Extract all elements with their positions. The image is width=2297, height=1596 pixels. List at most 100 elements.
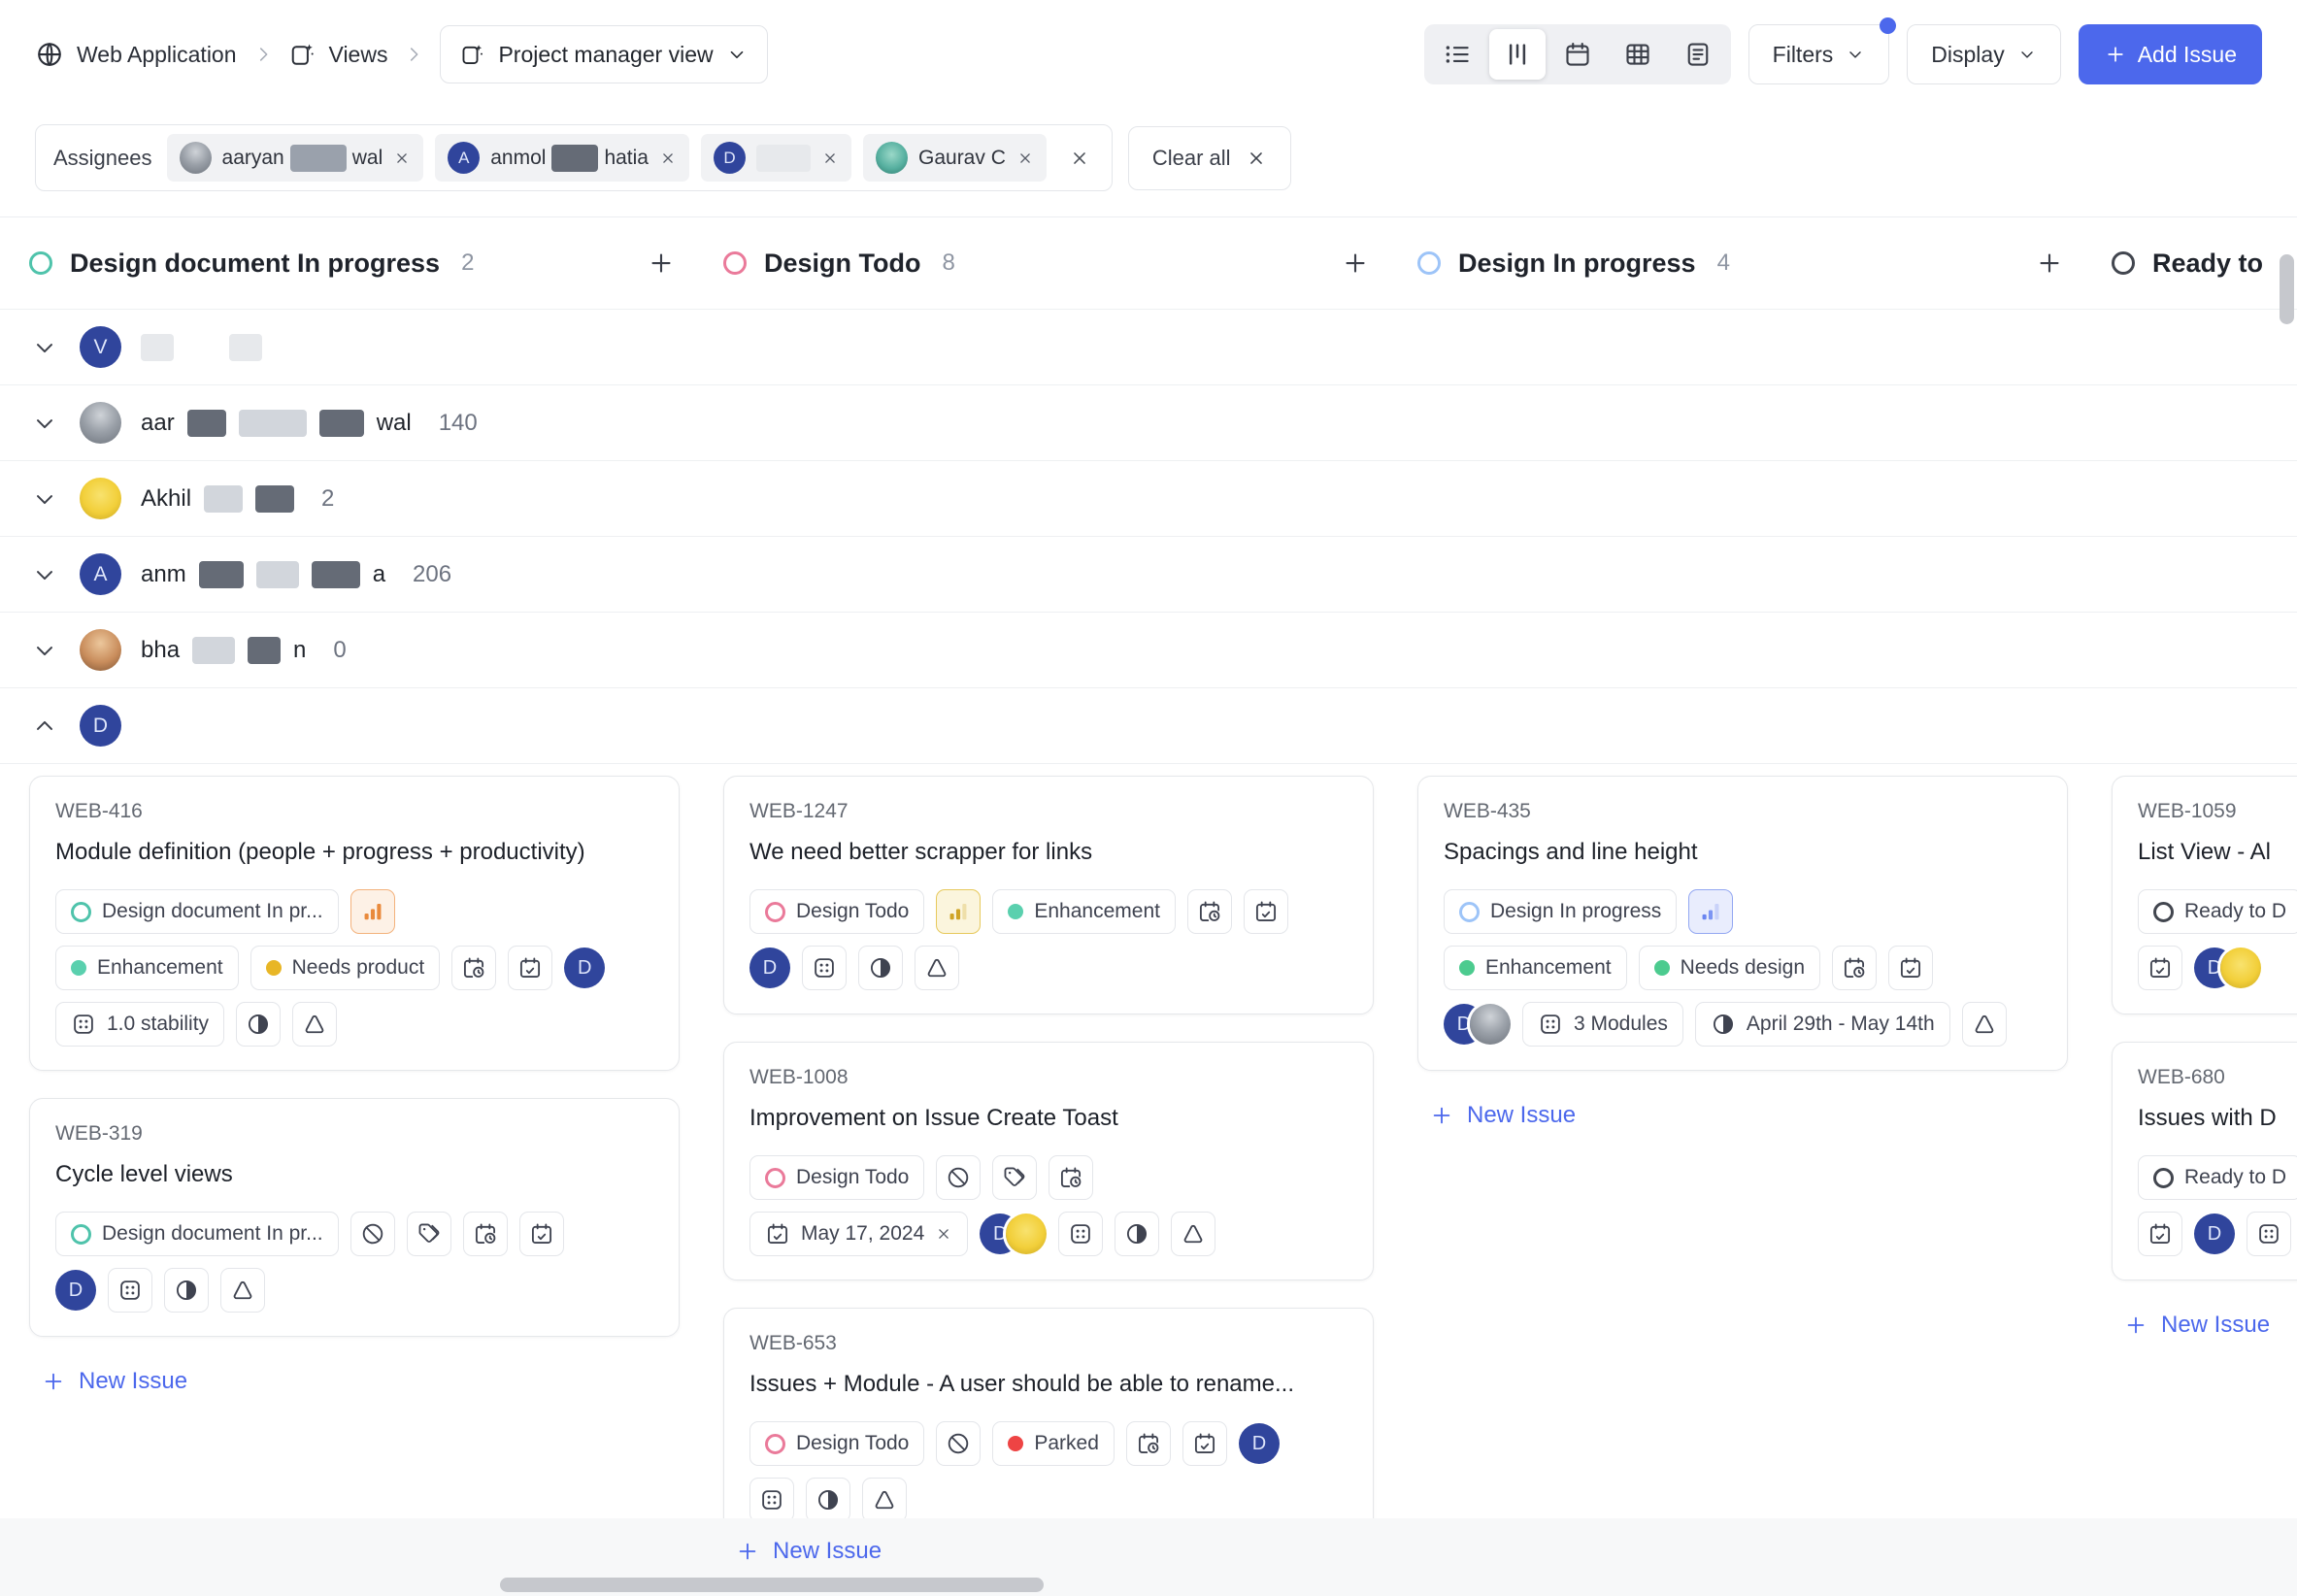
issue-card[interactable]: WEB-1059List View - AlReady to DD: [2112, 776, 2297, 1014]
target-date-chip[interactable]: [2138, 1212, 2182, 1256]
cycle-chip[interactable]: [858, 946, 903, 990]
state-chip[interactable]: Design Todo: [749, 1155, 924, 1200]
issue-card[interactable]: WEB-653Issues + Module - A user should b…: [723, 1308, 1374, 1546]
target-date-chip[interactable]: [1182, 1421, 1227, 1466]
remove-assignee-button[interactable]: [393, 150, 411, 167]
assignee-filter-chip[interactable]: Gaurav C: [863, 134, 1047, 182]
new-issue-button[interactable]: New Issue: [41, 1368, 187, 1395]
vertical-scrollbar[interactable]: [2280, 254, 2294, 324]
labels-chip[interactable]: [992, 1155, 1037, 1200]
label-chip[interactable]: Needs design: [1639, 946, 1820, 990]
state-chip[interactable]: Design document In pr...: [55, 1212, 339, 1256]
kanban-view-button[interactable]: [1489, 29, 1546, 80]
cycle-chip[interactable]: [164, 1268, 209, 1313]
estimate-chip[interactable]: [1171, 1212, 1215, 1256]
breadcrumb-views[interactable]: Views: [289, 41, 388, 68]
priority-medium-chip[interactable]: [936, 889, 981, 934]
labels-chip[interactable]: [407, 1212, 451, 1256]
start-date-chip[interactable]: [1126, 1421, 1171, 1466]
target-date-chip[interactable]: [1244, 889, 1288, 934]
add-issue-to-column-button[interactable]: [2031, 245, 2068, 282]
expand-swimlane-button[interactable]: [29, 332, 60, 363]
start-date-chip[interactable]: [1832, 946, 1877, 990]
module-chip[interactable]: [749, 1478, 794, 1522]
start-date-chip[interactable]: [451, 946, 496, 990]
add-issue-to-column-button[interactable]: [1337, 245, 1374, 282]
label-chip[interactable]: Parked: [992, 1421, 1115, 1466]
module-chip[interactable]: [802, 946, 847, 990]
module-chip[interactable]: [1058, 1212, 1103, 1256]
issue-card[interactable]: WEB-319Cycle level viewsDesign document …: [29, 1098, 680, 1337]
issue-card[interactable]: WEB-1247We need better scrapper for link…: [723, 776, 1374, 1014]
expand-swimlane-button[interactable]: [29, 559, 60, 590]
new-issue-button[interactable]: New Issue: [735, 1538, 882, 1565]
view-selector-dropdown[interactable]: Project manager view: [440, 25, 767, 83]
assignee-filter-chip[interactable]: aaryanwal: [167, 134, 424, 182]
target-date-chip[interactable]: [519, 1212, 564, 1256]
add-issue-button[interactable]: Add Issue: [2079, 24, 2262, 84]
state-chip[interactable]: Design Todo: [749, 1421, 924, 1466]
label-chip[interactable]: Enhancement: [55, 946, 239, 990]
breadcrumb-project[interactable]: Web Application: [35, 40, 237, 69]
issue-card[interactable]: WEB-1008Improvement on Issue Create Toas…: [723, 1042, 1374, 1280]
label-chip[interactable]: Enhancement: [1444, 946, 1627, 990]
remove-assignee-button[interactable]: [1016, 150, 1034, 167]
remove-assignees-filter-button[interactable]: [1065, 144, 1094, 173]
module-chip[interactable]: [108, 1268, 152, 1313]
collapse-swimlane-button[interactable]: [29, 711, 60, 742]
cycle-chip[interactable]: [806, 1478, 850, 1522]
target-date-chip[interactable]: [1888, 946, 1933, 990]
clear-date-button[interactable]: [935, 1225, 952, 1243]
expand-swimlane-button[interactable]: [29, 483, 60, 515]
no-priority-chip[interactable]: [350, 1212, 395, 1256]
start-date-chip[interactable]: [1187, 889, 1232, 934]
add-issue-to-column-button[interactable]: [643, 245, 680, 282]
due-date-chip[interactable]: May 17, 2024: [749, 1212, 968, 1256]
clear-all-filters-button[interactable]: Clear all: [1128, 126, 1291, 190]
priority-low-chip[interactable]: [1688, 889, 1733, 934]
issue-card[interactable]: WEB-435Spacings and line heightDesign In…: [1417, 776, 2068, 1071]
state-chip[interactable]: Design document In pr...: [55, 889, 339, 934]
estimate-chip[interactable]: [220, 1268, 265, 1313]
calendar-view-button[interactable]: [1549, 29, 1606, 80]
target-date-chip[interactable]: [2138, 946, 2182, 990]
priority-high-chip[interactable]: [350, 889, 395, 934]
start-date-chip[interactable]: [1049, 1155, 1093, 1200]
expand-swimlane-button[interactable]: [29, 408, 60, 439]
state-chip[interactable]: Design Todo: [749, 889, 924, 934]
label-chip[interactable]: Needs product: [250, 946, 441, 990]
issue-card[interactable]: WEB-416Module definition (people + progr…: [29, 776, 680, 1071]
list-view-button[interactable]: [1429, 29, 1485, 80]
estimate-chip[interactable]: [1962, 1002, 2007, 1047]
new-issue-button[interactable]: New Issue: [2123, 1312, 2270, 1339]
remove-assignee-button[interactable]: [659, 150, 677, 167]
module-chip[interactable]: [2247, 1212, 2291, 1256]
state-chip[interactable]: Ready to D: [2138, 889, 2297, 934]
no-priority-chip[interactable]: [936, 1421, 981, 1466]
cycle-chip[interactable]: [1115, 1212, 1159, 1256]
cycle-chip[interactable]: April 29th - May 14th: [1695, 1002, 1950, 1047]
start-date-chip[interactable]: [463, 1212, 508, 1256]
display-button[interactable]: Display: [1907, 24, 2060, 84]
issue-card[interactable]: WEB-680Issues with DReady to DD: [2112, 1042, 2297, 1280]
module-chip[interactable]: 1.0 stability: [55, 1002, 224, 1047]
state-chip[interactable]: Ready to D: [2138, 1155, 2297, 1200]
state-chip[interactable]: Design In progress: [1444, 889, 1677, 934]
label-chip[interactable]: Enhancement: [992, 889, 1176, 934]
spreadsheet-view-button[interactable]: [1610, 29, 1666, 80]
no-priority-chip[interactable]: [936, 1155, 981, 1200]
gantt-view-button[interactable]: [1670, 29, 1726, 80]
cycle-chip[interactable]: [236, 1002, 281, 1047]
estimate-chip[interactable]: [862, 1478, 907, 1522]
assignee-filter-chip[interactable]: D: [701, 134, 851, 182]
filters-button[interactable]: Filters: [1748, 24, 1890, 84]
estimate-chip[interactable]: [292, 1002, 337, 1047]
new-issue-button[interactable]: New Issue: [1429, 1102, 1576, 1129]
target-date-chip[interactable]: [508, 946, 552, 990]
expand-swimlane-button[interactable]: [29, 635, 60, 666]
assignee-filter-chip[interactable]: Aanmolhatia: [435, 134, 689, 182]
horizontal-scrollbar[interactable]: [500, 1578, 1044, 1592]
estimate-chip[interactable]: [915, 946, 959, 990]
module-chip[interactable]: 3 Modules: [1522, 1002, 1683, 1047]
remove-assignee-button[interactable]: [821, 150, 839, 167]
